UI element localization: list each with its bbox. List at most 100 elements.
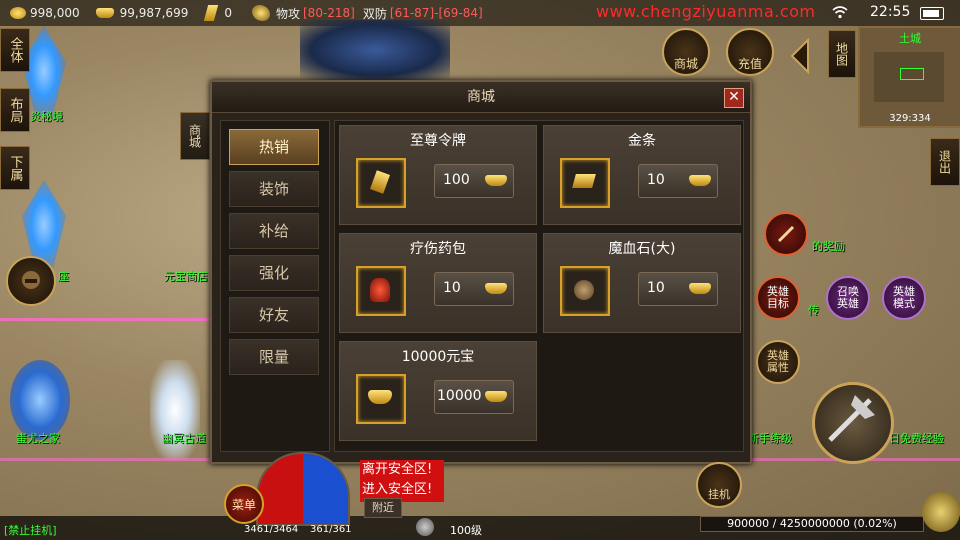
map-name: 土城 bbox=[899, 32, 921, 45]
leave-safe-zone-text: 离开安全区! bbox=[362, 462, 433, 477]
recharge-icon-button[interactable]: 充值 bbox=[726, 28, 774, 76]
level-value: 100级 bbox=[450, 524, 482, 537]
mp-value: 361/361 bbox=[310, 524, 352, 535]
dragon-icon bbox=[251, 5, 270, 21]
shop-side-tab[interactable]: 商城 bbox=[180, 112, 210, 160]
item-slot[interactable] bbox=[356, 266, 406, 316]
pink-line bbox=[0, 318, 210, 321]
item-name: 金条 bbox=[628, 133, 656, 149]
category-hot[interactable]: 热销 bbox=[229, 129, 319, 165]
all-button[interactable]: 全体 bbox=[0, 28, 30, 72]
buy-button[interactable]: 10000 bbox=[434, 380, 514, 414]
ingot-icon bbox=[485, 175, 507, 186]
shop-item[interactable]: 疗伤药包 10 bbox=[339, 233, 537, 333]
ingot-display: 99,987,699 bbox=[95, 6, 188, 20]
clock: 22:55 bbox=[870, 4, 911, 20]
item-slot[interactable] bbox=[560, 158, 610, 208]
bar-amount: 0 bbox=[224, 6, 232, 20]
level-icon bbox=[416, 518, 434, 536]
safe-zone-notice: 离开安全区! 进入安全区! bbox=[360, 460, 444, 502]
buy-button[interactable]: 10 bbox=[638, 164, 718, 198]
category-friend[interactable]: 好友 bbox=[229, 297, 319, 333]
close-icon: ✕ bbox=[728, 89, 740, 105]
map-button[interactable]: 地图 bbox=[828, 30, 856, 78]
buy-button[interactable]: 100 bbox=[434, 164, 514, 198]
gold-bar-icon bbox=[572, 174, 596, 188]
category-list: 热销 装饰 补给 强化 好友 限量 bbox=[220, 120, 330, 452]
category-supply[interactable]: 补给 bbox=[229, 213, 319, 249]
shop-panel: 商城 ✕ 热销 装饰 补给 强化 好友 限量 至尊令牌 100 金条 10 疗伤… bbox=[210, 80, 752, 464]
lock-target-button[interactable] bbox=[922, 492, 960, 532]
shop-icon-button[interactable]: 商城 bbox=[662, 28, 710, 76]
summon-hero-button[interactable]: 召唤英雄 bbox=[826, 276, 870, 320]
item-slot[interactable] bbox=[560, 266, 610, 316]
gold-amount: 998,000 bbox=[30, 6, 80, 20]
collapse-arrow-icon[interactable] bbox=[788, 36, 812, 76]
item-price: 10000 bbox=[437, 388, 482, 404]
hero-mode-button[interactable]: 英雄模式 bbox=[882, 276, 926, 320]
potion-icon bbox=[370, 278, 390, 302]
close-button[interactable]: ✕ bbox=[724, 88, 744, 108]
scene-label[interactable]: 座 bbox=[58, 268, 69, 284]
scene-label[interactable]: 元宝商店 bbox=[164, 268, 208, 284]
category-limited[interactable]: 限量 bbox=[229, 339, 319, 375]
map-coords: 329:334 bbox=[889, 113, 931, 124]
item-name: 至尊令牌 bbox=[410, 133, 466, 149]
category-enhance[interactable]: 强化 bbox=[229, 255, 319, 291]
avatar-button[interactable] bbox=[6, 256, 56, 306]
defense-value: [61-87]-[69-84] bbox=[389, 6, 483, 20]
axe-icon bbox=[828, 395, 875, 442]
gold-bar-icon bbox=[204, 5, 219, 21]
exit-button[interactable]: 退出 bbox=[930, 138, 960, 186]
item-price: 10 bbox=[443, 280, 461, 296]
shop-item[interactable]: 至尊令牌 100 bbox=[339, 125, 537, 225]
item-grid: 至尊令牌 100 金条 10 疗伤药包 10 魔血石(大) 10 10000元宝… bbox=[334, 120, 744, 452]
hero-target-button[interactable]: 英雄目标 bbox=[756, 276, 800, 320]
blood-stone-icon bbox=[574, 280, 594, 300]
minimap[interactable]: 土城 329:334 bbox=[858, 26, 960, 128]
exp-bar: 900000 / 4250000000 (0.02%) bbox=[700, 516, 924, 532]
item-slot[interactable] bbox=[356, 374, 406, 424]
ingot-icon bbox=[689, 175, 711, 186]
helmet-icon bbox=[22, 271, 40, 289]
hero-attr-button[interactable]: 英雄属性 bbox=[756, 340, 800, 384]
item-price: 10 bbox=[647, 172, 665, 188]
shop-item[interactable]: 魔血石(大) 10 bbox=[543, 233, 741, 333]
ingot-icon bbox=[485, 283, 507, 294]
scene-label[interactable]: 传 bbox=[808, 302, 819, 318]
layout-button[interactable]: 布局 bbox=[0, 88, 30, 132]
combat-stats: 物攻 [80-218] 双防 [61-87]-[69-84] bbox=[251, 5, 483, 22]
sword-icon bbox=[777, 225, 795, 243]
buy-button[interactable]: 10 bbox=[434, 272, 514, 306]
item-name: 魔血石(大) bbox=[608, 241, 676, 257]
attack-button[interactable] bbox=[812, 382, 894, 464]
menu-button[interactable]: 菜单 bbox=[224, 484, 264, 524]
no-hangup-label: [禁止挂机] bbox=[4, 524, 57, 537]
battery-icon bbox=[920, 7, 944, 20]
shop-title: 商城 bbox=[212, 82, 750, 113]
item-name: 疗伤药包 bbox=[410, 241, 466, 257]
attack-label: 物攻 bbox=[275, 6, 300, 21]
buy-button[interactable]: 10 bbox=[638, 272, 718, 306]
scene-label[interactable]: 幽冥古道 bbox=[162, 430, 206, 446]
defense-label: 双防 bbox=[362, 6, 387, 21]
nearby-tab[interactable]: 附近 bbox=[364, 498, 402, 518]
item-slot[interactable] bbox=[356, 158, 406, 208]
scene-label[interactable]: 蚩尤之家 bbox=[16, 430, 60, 446]
shop-item[interactable]: 10000元宝 10000 bbox=[339, 341, 537, 441]
reward-button[interactable] bbox=[764, 212, 808, 256]
item-name: 10000元宝 bbox=[401, 349, 475, 365]
auto-hangup-button[interactable]: 挂机 bbox=[696, 462, 742, 508]
scene-label[interactable]: 的奖励 bbox=[812, 238, 845, 254]
gold-display: 998,000 bbox=[10, 6, 80, 20]
shop-item[interactable]: 金条 10 bbox=[543, 125, 741, 225]
scene-label[interactable]: 新手练级 bbox=[748, 430, 792, 446]
subordinate-button[interactable]: 下属 bbox=[0, 146, 30, 190]
hp-value: 3461/3464 bbox=[244, 524, 299, 535]
scene-label[interactable]: 炎秘境 bbox=[30, 108, 63, 124]
category-decoration[interactable]: 装饰 bbox=[229, 171, 319, 207]
status-bar: 998,000 99,987,699 0 物攻 [80-218] 双防 [61-… bbox=[0, 0, 960, 26]
bar-display: 0 bbox=[204, 5, 232, 21]
minimap-player-marker bbox=[900, 68, 924, 80]
gold-coin-icon bbox=[10, 7, 26, 19]
